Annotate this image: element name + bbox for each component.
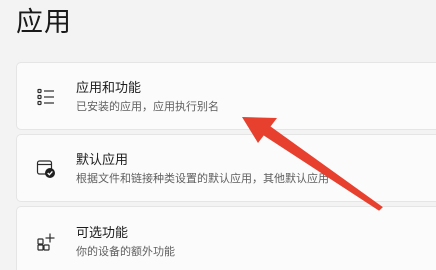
settings-page: 应用 应用和功能 已安装的应用，应用执行别名 默认应用 根据文件和链接种类设置的… <box>0 0 436 270</box>
card-optional-features[interactable]: 可选功能 你的设备的额外功能 <box>16 206 436 270</box>
apps-list-icon <box>37 88 54 106</box>
card-apps-and-features[interactable]: 应用和功能 已安装的应用，应用执行别名 <box>16 62 436 130</box>
card-description: 你的设备的额外功能 <box>76 245 175 258</box>
card-description: 根据文件和链接种类设置的默认应用，其他默认应用 <box>76 172 329 185</box>
card-default-apps[interactable]: 默认应用 根据文件和链接种类设置的默认应用，其他默认应用 <box>16 134 436 202</box>
optional-features-icon <box>37 233 55 251</box>
default-apps-icon <box>36 160 55 178</box>
card-description: 已安装的应用，应用执行别名 <box>76 100 219 113</box>
card-title: 可选功能 <box>76 226 129 241</box>
card-title: 应用和功能 <box>76 81 142 96</box>
page-title: 应用 <box>16 7 72 38</box>
card-title: 默认应用 <box>76 153 129 168</box>
